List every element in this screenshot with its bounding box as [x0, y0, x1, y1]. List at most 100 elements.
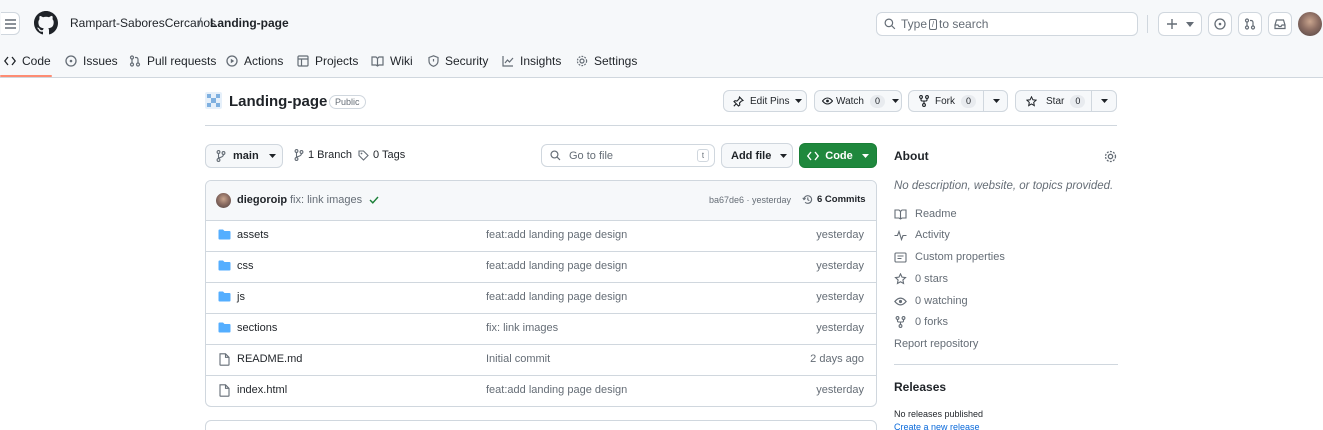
branches-link[interactable]: 1 Branch [294, 149, 352, 161]
fork-button-divider [983, 91, 984, 111]
issues-button[interactable] [1208, 12, 1232, 36]
caret-down-icon [891, 99, 899, 103]
active-tab-indicator [0, 75, 52, 77]
forks-label: 0 forks [915, 316, 949, 328]
file-commit-message[interactable]: feat:add landing page design [486, 229, 627, 241]
file-commit-message[interactable]: feat:add landing page design [486, 260, 627, 272]
commit-hash-time[interactable]: ba67de6 · yesterday [709, 195, 791, 205]
star-button-divider [1091, 91, 1092, 111]
file-table: diegoroip fix: link images ba67de6 · yes… [205, 180, 877, 407]
tab-actions[interactable]: Actions [226, 52, 283, 70]
go-to-file-input[interactable]: Go to file t [541, 144, 715, 167]
search-suffix: to search [939, 17, 989, 31]
github-logo-icon[interactable] [34, 11, 58, 35]
tab-code[interactable]: Code [4, 52, 51, 70]
folder-icon [218, 322, 231, 333]
table-icon [297, 55, 309, 67]
history-icon [802, 195, 813, 204]
book-icon [894, 208, 907, 220]
user-avatar[interactable] [1298, 12, 1322, 36]
commit-message[interactable]: fix: link images [290, 194, 362, 206]
file-name-link[interactable]: assets [237, 229, 269, 241]
tab-settings[interactable]: Settings [576, 52, 637, 70]
code-button-label: Code [825, 149, 853, 162]
file-name-link[interactable]: index.html [237, 384, 287, 396]
menu-button[interactable] [1, 12, 20, 35]
file-commit-message[interactable]: fix: link images [486, 322, 558, 334]
star-count: 0 [1070, 94, 1086, 108]
report-repository-link[interactable]: Report repository [894, 338, 978, 350]
branch-name: main [233, 150, 259, 162]
branches-label: 1 Branch [308, 149, 353, 161]
tab-projects-label: Projects [315, 54, 359, 68]
tab-pull-requests[interactable]: Pull requests [129, 52, 216, 70]
commits-link[interactable]: 6 Commits [802, 194, 866, 205]
pull-requests-button[interactable] [1238, 12, 1262, 36]
git-branch-icon [294, 149, 304, 161]
readme-link[interactable]: Readme [894, 206, 957, 222]
caret-down-icon[interactable] [993, 99, 1000, 103]
edit-pins-button[interactable]: Edit Pins [723, 90, 807, 112]
issue-opened-icon [65, 55, 77, 67]
tab-issues[interactable]: Issues [65, 52, 118, 70]
tags-link[interactable]: 0 Tags [358, 149, 405, 161]
commit-author[interactable]: diegoroip [237, 194, 287, 206]
repo-title[interactable]: Landing-page [229, 93, 327, 110]
stars-link[interactable]: 0 stars [894, 271, 948, 287]
readme-label: Readme [915, 208, 957, 220]
folder-icon [218, 260, 231, 271]
code-icon [4, 56, 16, 66]
play-icon [226, 55, 238, 67]
git-branch-icon [216, 150, 226, 162]
caret-down-icon[interactable] [1101, 99, 1108, 103]
file-name-link[interactable]: js [237, 291, 245, 303]
releases-heading[interactable]: Releases [894, 380, 946, 394]
search-icon [550, 150, 561, 161]
inbox-button[interactable] [1268, 12, 1292, 36]
tab-wiki-label: Wiki [390, 54, 413, 68]
breadcrumb-owner[interactable]: Rampart-SaboresCercanos [70, 16, 216, 30]
tab-wiki[interactable]: Wiki [371, 52, 413, 70]
create-new-button[interactable] [1158, 12, 1202, 36]
code-button[interactable]: Code [799, 143, 877, 168]
eye-icon [822, 97, 833, 105]
commit-author-avatar[interactable] [216, 193, 231, 208]
table-row: README.md Initial commit 2 days ago [206, 345, 876, 376]
folder-icon [218, 291, 231, 302]
tab-insights[interactable]: Insights [502, 52, 561, 70]
tab-pull-requests-label: Pull requests [147, 54, 217, 68]
repo-forked-icon [919, 95, 929, 107]
fork-button[interactable]: Fork 0 [908, 90, 1008, 112]
tab-security[interactable]: Security [428, 52, 488, 70]
commits-label: 6 Commits [817, 194, 866, 205]
file-name-link[interactable]: README.md [237, 353, 302, 365]
watching-link[interactable]: 0 watching [894, 293, 968, 309]
tab-issues-label: Issues [83, 54, 118, 68]
branch-selector[interactable]: main [205, 144, 283, 168]
code-icon [807, 151, 820, 160]
forks-link[interactable]: 0 forks [894, 314, 948, 330]
search-input[interactable]: Type / to search [876, 12, 1138, 36]
tab-projects[interactable]: Projects [297, 52, 358, 70]
go-to-file-shortcut: t [697, 149, 709, 162]
watch-button[interactable]: Watch 0 [814, 90, 902, 112]
file-name-link[interactable]: css [237, 260, 254, 272]
shield-icon [428, 55, 439, 67]
file-commit-message[interactable]: Initial commit [486, 353, 550, 365]
repo-avatar-icon [205, 92, 222, 109]
star-icon [1026, 95, 1037, 107]
gear-icon[interactable] [1104, 150, 1117, 163]
create-release-link[interactable]: Create a new release [894, 422, 980, 430]
file-commit-message[interactable]: feat:add landing page design [486, 291, 627, 303]
file-commit-message[interactable]: feat:add landing page design [486, 384, 627, 396]
star-button[interactable]: Star 0 [1015, 90, 1117, 112]
caret-down-icon [795, 99, 803, 103]
note-icon [894, 251, 907, 263]
file-name-link[interactable]: sections [237, 322, 277, 334]
activity-link[interactable]: Activity [894, 227, 950, 243]
custom-properties-link[interactable]: Custom properties [894, 249, 1005, 265]
breadcrumb-repo[interactable]: Landing-page [210, 16, 289, 30]
check-icon[interactable] [369, 196, 379, 204]
add-file-button[interactable]: Add file [721, 143, 793, 168]
about-heading: About [894, 149, 929, 163]
